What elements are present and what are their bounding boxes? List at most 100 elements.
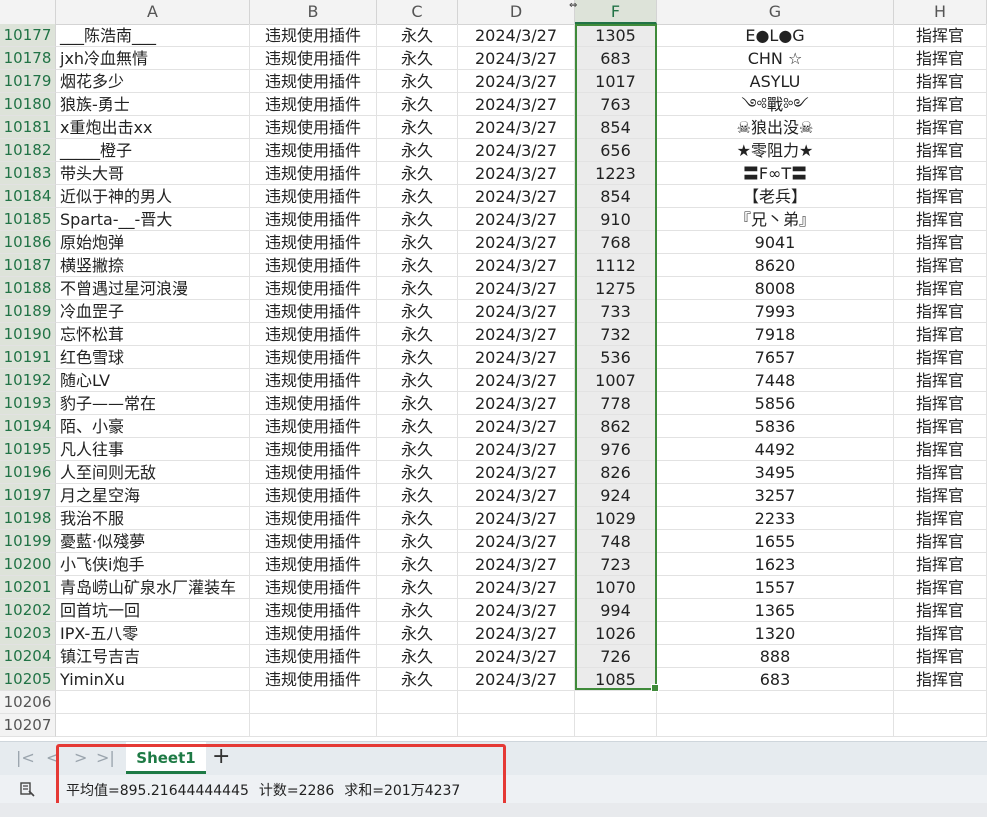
row-number[interactable]: 10193 [0, 392, 56, 415]
cell-b[interactable]: 违规使用插件 [250, 93, 377, 116]
row-number[interactable]: 10204 [0, 645, 56, 668]
cell-g[interactable]: 683 [657, 668, 894, 691]
cell-d[interactable]: 2024/3/27 [458, 208, 575, 231]
row-number[interactable]: 10199 [0, 530, 56, 553]
cell-b[interactable]: 违规使用插件 [250, 415, 377, 438]
cell-b[interactable]: 违规使用插件 [250, 162, 377, 185]
cell-h[interactable]: 指挥官 [894, 139, 987, 162]
cell-f[interactable] [575, 691, 657, 714]
cell-a[interactable]: 带头大哥 [56, 162, 250, 185]
cell-d[interactable]: 2024/3/27 [458, 116, 575, 139]
cell-g[interactable]: 7918 [657, 323, 894, 346]
cell-b[interactable]: 违规使用插件 [250, 231, 377, 254]
cell-h[interactable]: 指挥官 [894, 645, 987, 668]
cell-f[interactable]: 976 [575, 438, 657, 461]
cell-f[interactable]: 763 [575, 93, 657, 116]
cell-f[interactable]: 994 [575, 599, 657, 622]
cell-g[interactable]: 9041 [657, 231, 894, 254]
cell-c[interactable] [377, 714, 458, 737]
cell-b[interactable]: 违规使用插件 [250, 24, 377, 47]
cell-a[interactable]: IPX-五八零 [56, 622, 250, 645]
cell-g[interactable]: 1557 [657, 576, 894, 599]
cell-c[interactable]: 永久 [377, 484, 458, 507]
cell-d[interactable]: 2024/3/27 [458, 668, 575, 691]
row-number[interactable]: 10180 [0, 93, 56, 116]
cell-b[interactable]: 违规使用插件 [250, 116, 377, 139]
cell-f[interactable]: 536 [575, 346, 657, 369]
cell-b[interactable]: 违规使用插件 [250, 645, 377, 668]
cell-a[interactable]: 青岛崂山矿泉水厂灌装车 [56, 576, 250, 599]
cell-b[interactable]: 违规使用插件 [250, 346, 377, 369]
cell-f[interactable]: 732 [575, 323, 657, 346]
column-header-h[interactable]: H [894, 0, 987, 24]
cell-g[interactable]: 888 [657, 645, 894, 668]
cell-c[interactable]: 永久 [377, 553, 458, 576]
cell-d[interactable]: 2024/3/27 [458, 162, 575, 185]
cell-d[interactable]: 2024/3/27 [458, 231, 575, 254]
cell-a[interactable]: 我治不服 [56, 507, 250, 530]
row-number[interactable]: 10184 [0, 185, 56, 208]
column-header-c[interactable]: C [377, 0, 458, 24]
cell-b[interactable]: 违规使用插件 [250, 461, 377, 484]
cell-c[interactable]: 永久 [377, 622, 458, 645]
cell-g[interactable]: 7657 [657, 346, 894, 369]
cell-b[interactable]: 违规使用插件 [250, 139, 377, 162]
cell-g[interactable]: ★零阻力★ [657, 139, 894, 162]
cell-f[interactable]: 854 [575, 185, 657, 208]
cell-g[interactable]: 1655 [657, 530, 894, 553]
cell-g[interactable]: 1365 [657, 599, 894, 622]
cell-f[interactable]: 1070 [575, 576, 657, 599]
macro-icon[interactable] [18, 779, 38, 799]
cell-d[interactable]: 2024/3/27 [458, 645, 575, 668]
cell-f[interactable] [575, 714, 657, 737]
cell-f[interactable]: 1275 [575, 277, 657, 300]
cell-c[interactable]: 永久 [377, 415, 458, 438]
cell-g[interactable]: ASYLU [657, 70, 894, 93]
cell-f[interactable]: 778 [575, 392, 657, 415]
cell-f[interactable]: 726 [575, 645, 657, 668]
row-number[interactable]: 10194 [0, 415, 56, 438]
cell-h[interactable]: 指挥官 [894, 208, 987, 231]
column-header-a[interactable]: A [56, 0, 250, 24]
cell-c[interactable]: 永久 [377, 116, 458, 139]
cell-a[interactable]: 月之星空海 [56, 484, 250, 507]
cell-g[interactable]: 『兄丶弟』 [657, 208, 894, 231]
cell-b[interactable]: 违规使用插件 [250, 668, 377, 691]
cell-h[interactable]: 指挥官 [894, 415, 987, 438]
cell-h[interactable]: 指挥官 [894, 162, 987, 185]
cell-a[interactable]: 豹子——常在 [56, 392, 250, 415]
cell-a[interactable] [56, 714, 250, 737]
row-number[interactable]: 10186 [0, 231, 56, 254]
cell-h[interactable]: 指挥官 [894, 185, 987, 208]
cell-d[interactable]: 2024/3/27 [458, 70, 575, 93]
cell-d[interactable]: 2024/3/27 [458, 461, 575, 484]
first-sheet-icon[interactable]: |< [16, 748, 35, 767]
cell-h[interactable]: 指挥官 [894, 47, 987, 70]
row-number[interactable]: 10191 [0, 346, 56, 369]
cell-c[interactable]: 永久 [377, 70, 458, 93]
cell-f[interactable]: 733 [575, 300, 657, 323]
cell-f[interactable]: 748 [575, 530, 657, 553]
row-number[interactable]: 10182 [0, 139, 56, 162]
row-number[interactable]: 10192 [0, 369, 56, 392]
cell-h[interactable]: 指挥官 [894, 530, 987, 553]
cell-b[interactable]: 违规使用插件 [250, 484, 377, 507]
cell-g[interactable]: 8008 [657, 277, 894, 300]
row-number[interactable]: 10190 [0, 323, 56, 346]
cell-c[interactable]: 永久 [377, 438, 458, 461]
select-all-corner[interactable] [0, 0, 56, 24]
cell-g[interactable]: 8620 [657, 254, 894, 277]
row-number[interactable]: 10181 [0, 116, 56, 139]
cell-a[interactable]: 狼族-勇士 [56, 93, 250, 116]
cell-a[interactable]: ___陈浩南___ [56, 24, 250, 47]
cell-f[interactable]: 1029 [575, 507, 657, 530]
cell-h[interactable]: 指挥官 [894, 369, 987, 392]
cell-d[interactable]: 2024/3/27 [458, 24, 575, 47]
row-number[interactable]: 10185 [0, 208, 56, 231]
cell-c[interactable]: 永久 [377, 208, 458, 231]
cell-h[interactable]: 指挥官 [894, 93, 987, 116]
cell-h[interactable]: 指挥官 [894, 24, 987, 47]
cell-g[interactable]: 5836 [657, 415, 894, 438]
cell-c[interactable]: 永久 [377, 369, 458, 392]
cell-c[interactable]: 永久 [377, 576, 458, 599]
